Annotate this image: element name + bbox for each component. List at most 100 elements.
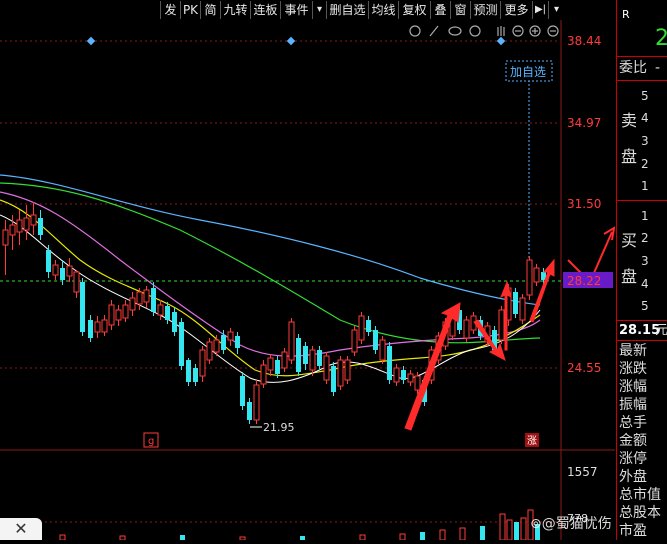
candle-body: [66, 265, 73, 277]
stat-label: 总手: [619, 415, 647, 431]
wei-bi-label: 委比: [619, 60, 647, 76]
last-price: 28.15: [619, 323, 661, 338]
candle-body: [247, 402, 252, 420]
toolbar-forecast-button[interactable]: 预测: [470, 1, 500, 19]
candle-body: [60, 268, 65, 280]
toolbar-play-icon[interactable]: ▶|: [532, 1, 548, 19]
buy-level: 4: [641, 277, 649, 291]
price-label: 31.50: [567, 197, 601, 211]
candle-body: [193, 368, 198, 382]
buy-label: 盘: [621, 267, 638, 286]
buy-level: 3: [641, 254, 649, 268]
volume-bar: [514, 522, 519, 540]
candle-body: [407, 373, 414, 383]
candle-body: [267, 357, 274, 371]
candle-body: [23, 217, 30, 231]
stat-label: 外盘: [619, 469, 647, 485]
candle-body: [46, 250, 51, 272]
candle-body: [101, 319, 108, 333]
toolbar-adjust-button[interactable]: 复权: [398, 1, 430, 19]
quote-sidebar: R 2 委比 - 卖 盘 5 4 3 2 1 买 盘 1 2 3 4 5 28.…: [616, 0, 667, 540]
candle-body: [16, 219, 23, 233]
sell-label: 盘: [621, 147, 638, 166]
buy-level: 5: [641, 299, 649, 313]
candle-body: [9, 224, 16, 236]
wei-bi-value: -: [655, 60, 661, 76]
candle-body: [317, 350, 322, 366]
candle-body: [129, 297, 136, 311]
candle-body: [331, 366, 336, 392]
target-icon: [469, 25, 481, 37]
candle-body: [309, 349, 316, 371]
sell-level: 1: [641, 179, 649, 193]
candle-body: [235, 336, 240, 348]
kline-chart[interactable]: 21.95 38.44 34.97 31.50 28.22 24.55 加自选 …: [0, 20, 616, 541]
buy-level: 2: [641, 231, 649, 245]
sell-label: 卖: [621, 111, 638, 130]
chart-toolbar: 发 PK 简 九转 连板 事件 ▾ 删自选 均线 复权 叠 窗 预测 更多 ▶|…: [0, 0, 615, 20]
toolbar-event-dropdown[interactable]: ▾: [312, 1, 326, 19]
volume-bar: [399, 533, 406, 541]
buy-label: 买: [621, 231, 638, 250]
close-icon[interactable]: ✕: [0, 518, 42, 540]
stat-label: 总股本: [619, 505, 661, 521]
candle-body: [172, 312, 177, 332]
toolbar-delete-watchlist-button[interactable]: 删自选: [326, 1, 368, 19]
candle-body: [401, 370, 406, 380]
stat-label: 涨跌: [619, 361, 647, 377]
sell-level: 5: [641, 89, 649, 103]
stat-label: 振幅: [619, 397, 647, 413]
volume-label: 1557: [567, 465, 598, 479]
candle-body: [358, 315, 365, 341]
toolbar-more-button[interactable]: 更多: [500, 1, 532, 19]
candle-body: [157, 304, 164, 316]
candle-body: [498, 309, 505, 341]
candle-body: [393, 367, 400, 383]
candle-body: [373, 330, 378, 350]
toolbar-jian-button[interactable]: 简: [200, 1, 220, 19]
candle-body: [94, 321, 101, 333]
toolbar-jiuzhuan-button[interactable]: 九转: [220, 1, 250, 19]
low-price-label: 21.95: [263, 421, 295, 434]
sidebar-top-value: 2: [655, 26, 667, 51]
current-price-label: 28.22: [567, 274, 601, 288]
volume-bar: [359, 534, 366, 541]
candle-body: [288, 321, 295, 361]
candle-body: [165, 306, 170, 320]
candle-body: [52, 264, 59, 276]
candle-body: [227, 331, 234, 341]
toolbar-ma-button[interactable]: 均线: [368, 1, 398, 19]
candle-body: [143, 289, 150, 303]
toolbar-pk-button[interactable]: PK: [180, 1, 200, 19]
candle-body: [337, 359, 344, 387]
toolbar-menu-dropdown[interactable]: ▾: [548, 1, 564, 19]
sidebar-top-letter: R: [622, 8, 630, 21]
tag-left: g: [148, 436, 154, 447]
candle-body: [199, 349, 206, 377]
stat-label: 金额: [619, 433, 647, 449]
candle-body: [303, 346, 308, 364]
volume-bar: [459, 527, 466, 541]
candle-body: [281, 351, 288, 369]
hand-icon: [497, 26, 505, 36]
volume-bar: [180, 535, 185, 540]
candle-body: [115, 309, 122, 321]
candle-body: [526, 259, 533, 296]
stat-label: 涨停: [619, 451, 647, 467]
event-marker-icon: [286, 36, 296, 46]
tag-right: 涨: [527, 435, 537, 447]
toolbar-overlay-button[interactable]: 叠: [430, 1, 450, 19]
toolbar-lianban-button[interactable]: 连板: [250, 1, 280, 19]
toolbar-fa-button[interactable]: 发: [160, 1, 180, 19]
candle-body: [2, 229, 9, 246]
candle-body: [88, 320, 93, 338]
watermark: ⊚@蜀猫忧伤: [530, 516, 612, 532]
candle-body: [179, 322, 184, 366]
candle-body: [323, 355, 330, 381]
toolbar-window-button[interactable]: 窗: [450, 1, 470, 19]
toolbar-event-button[interactable]: 事件: [280, 1, 312, 19]
volume-bar: [420, 532, 425, 540]
candle-body: [414, 375, 421, 391]
candle-body: [296, 338, 301, 372]
candle-body: [513, 292, 518, 314]
